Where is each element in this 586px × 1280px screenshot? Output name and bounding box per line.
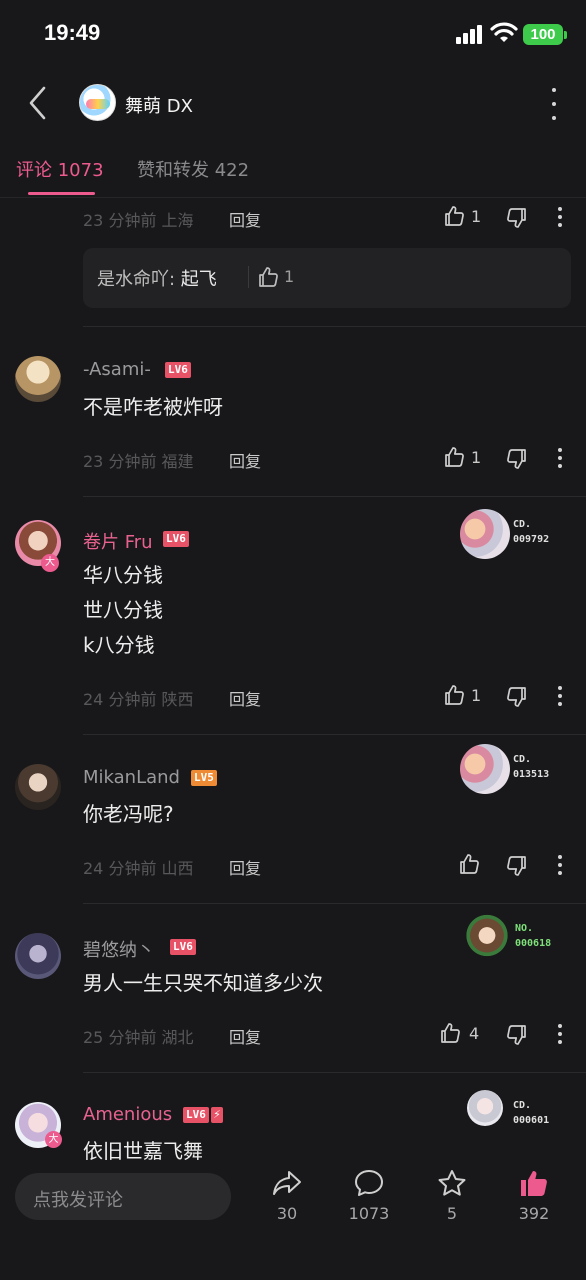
fan-card-image <box>460 744 510 794</box>
battery-indicator: 100 <box>523 24 563 45</box>
fan-card-number: CD. 009792 <box>513 519 550 545</box>
back-arrow-icon[interactable] <box>22 84 56 122</box>
active-tab-indicator <box>28 192 95 195</box>
bottom-action-bar: 点我发评论 30 1073 5 392 <box>0 1163 586 1280</box>
like-count: 1 <box>284 267 295 286</box>
battery-tip <box>564 31 567 39</box>
level-badge: LV6 <box>165 362 191 378</box>
comment-text: 你老冯呢? <box>83 802 174 826</box>
comment-divider <box>83 496 586 497</box>
thumbs-down-icon[interactable] <box>505 685 529 709</box>
thumbs-up-icon[interactable] <box>442 204 466 228</box>
fan-card-number: CD. 000601 <box>513 1100 550 1126</box>
username[interactable]: 卷片 Fru <box>83 528 153 554</box>
reply-button[interactable]: 回复 <box>229 855 261 879</box>
avatar[interactable] <box>15 933 61 979</box>
favorite-button[interactable]: 5 <box>422 1168 482 1223</box>
comment-divider <box>83 326 586 327</box>
vip-badge-icon: 大 <box>41 554 59 572</box>
comment-meta: 23 分钟前 福建 <box>83 452 194 471</box>
like-count: 4 <box>469 1024 480 1043</box>
username[interactable]: 碧悠纳丶 <box>83 936 155 962</box>
share-count: 30 <box>276 1204 298 1223</box>
comment-text: 华八分钱 世八分钱 k八分钱 <box>83 563 163 657</box>
comment-more-icon[interactable] <box>550 855 570 875</box>
reply-button[interactable]: 回复 <box>229 686 261 710</box>
username[interactable]: Amenious <box>83 1104 172 1125</box>
avatar[interactable] <box>15 764 61 810</box>
thumbs-up-icon[interactable] <box>256 265 280 289</box>
vip-badge-icon: 大 <box>45 1131 62 1148</box>
favorite-count: 5 <box>446 1204 458 1223</box>
comment-text: 不是咋老被炸呀 <box>83 395 223 419</box>
thumbs-down-icon[interactable] <box>505 206 529 230</box>
fan-card-image <box>462 913 512 963</box>
comment-divider <box>83 1072 586 1073</box>
thumbs-up-icon[interactable] <box>438 1021 462 1045</box>
reply-button[interactable]: 回复 <box>229 1024 261 1048</box>
fan-card-image <box>467 1090 503 1126</box>
like-count: 1 <box>471 207 482 226</box>
reply-button[interactable]: 回复 <box>229 448 261 472</box>
comment-input[interactable]: 点我发评论 <box>15 1173 231 1220</box>
fan-card-image <box>460 509 510 559</box>
username[interactable]: MikanLand <box>83 767 180 788</box>
status-bar: 19:49 100 <box>0 0 586 68</box>
fan-card-number: NO. 000618 <box>515 923 552 949</box>
level-badge: LV6 <box>170 939 196 955</box>
star-icon <box>438 1170 466 1196</box>
header: 舞萌 DX <box>0 76 586 130</box>
comment-input-placeholder: 点我发评论 <box>33 1190 123 1211</box>
comment-divider <box>83 903 586 904</box>
sub-reply-text: 是水命吖: 起飞 <box>97 269 217 290</box>
thumbs-down-icon[interactable] <box>505 1023 529 1047</box>
reply-button[interactable]: 回复 <box>229 207 261 231</box>
cellular-signal-icon <box>456 24 484 44</box>
status-time: 19:49 <box>44 20 101 45</box>
comment-button[interactable]: 1073 <box>339 1168 399 1223</box>
comment-meta: 24 分钟前 陕西 <box>83 690 194 709</box>
comment-more-icon[interactable] <box>550 686 570 706</box>
divider <box>248 266 249 288</box>
fan-card-number: CD. 013513 <box>513 754 550 780</box>
thumbs-up-icon[interactable] <box>442 445 466 469</box>
thumbs-up-icon[interactable] <box>457 852 481 876</box>
tab-likes-reposts[interactable]: 赞和转发 422 <box>137 156 249 182</box>
like-button[interactable]: 392 <box>504 1168 564 1223</box>
level-badge: LV5 <box>191 770 217 786</box>
avatar[interactable] <box>15 356 61 402</box>
level-badge: LV6 <box>183 1107 209 1123</box>
thumbs-up-filled-icon <box>521 1171 547 1196</box>
level-badge: LV6 <box>163 531 189 547</box>
comment-count: 1073 <box>348 1204 390 1223</box>
like-count: 1 <box>471 686 482 705</box>
share-icon <box>273 1171 301 1195</box>
comment-more-icon[interactable] <box>550 207 570 227</box>
comment-meta: 23 分钟前 上海 <box>83 211 194 230</box>
sub-reply-box[interactable]: 是水命吖: 起飞 1 <box>83 248 571 308</box>
like-count: 392 <box>518 1204 550 1223</box>
page-title[interactable]: 舞萌 DX <box>125 92 193 118</box>
wifi-icon <box>490 22 518 42</box>
tab-bar: 评论 1073 赞和转发 422 <box>0 148 586 198</box>
tab-comments[interactable]: 评论 1073 <box>16 156 104 182</box>
thumbs-down-icon[interactable] <box>505 447 529 471</box>
username[interactable]: -Asami- <box>83 359 151 380</box>
comment-more-icon[interactable] <box>550 448 570 468</box>
comment-meta: 24 分钟前 山西 <box>83 859 194 878</box>
comment-meta: 25 分钟前 湖北 <box>83 1028 194 1047</box>
thumbs-down-icon[interactable] <box>505 854 529 878</box>
comment-bubble-icon <box>355 1170 383 1196</box>
comment-divider <box>83 734 586 735</box>
lightning-icon: ⚡ <box>211 1107 223 1123</box>
more-options-icon[interactable] <box>542 88 566 120</box>
topic-logo[interactable] <box>79 84 116 121</box>
comment-more-icon[interactable] <box>550 1024 570 1044</box>
comment-text: 男人一生只哭不知道多少次 <box>83 971 323 995</box>
thumbs-up-icon[interactable] <box>442 683 466 707</box>
like-count: 1 <box>471 448 482 467</box>
share-button[interactable]: 30 <box>257 1168 317 1223</box>
